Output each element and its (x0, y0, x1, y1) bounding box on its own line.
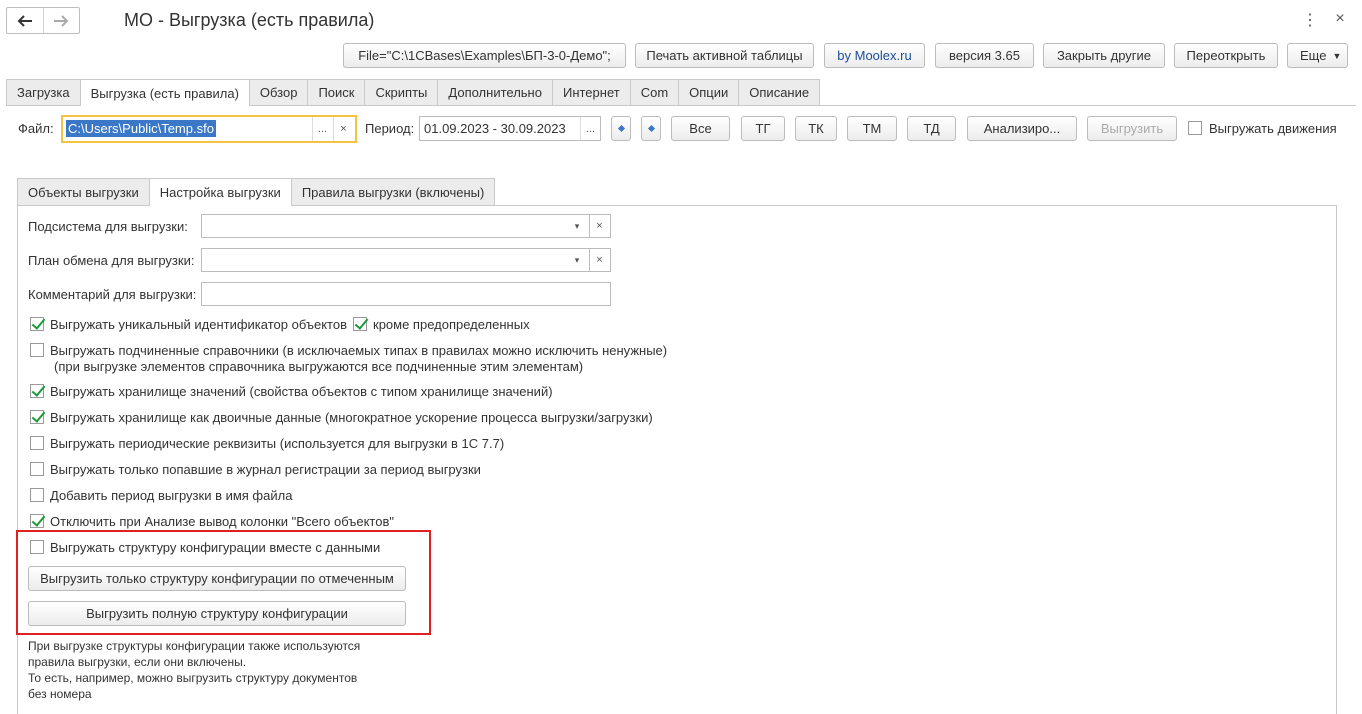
file-clear-button[interactable]: × (333, 117, 353, 141)
export-movements-checkbox[interactable] (1188, 121, 1202, 135)
exchange-plan-input[interactable] (201, 248, 611, 272)
export-subordinate-checkbox[interactable] (30, 343, 44, 357)
reopen-button[interactable]: Переоткрыть (1174, 43, 1278, 68)
export-value-storage-label: Выгружать хранилище значений (свойства о… (50, 384, 553, 399)
except-predefined-label: кроме предопределенных (373, 317, 530, 332)
tab-9[interactable]: Описание (738, 79, 821, 105)
forward-button[interactable] (42, 8, 80, 33)
export-binary-storage-label: Выгружать хранилище как двоичные данные … (50, 410, 653, 425)
tab-5[interactable]: Дополнительно (437, 79, 553, 105)
tab-6[interactable]: Интернет (551, 79, 631, 105)
note-line: правила выгрузки, если они включены. (28, 655, 247, 669)
export-journal-only-checkbox[interactable] (30, 462, 44, 476)
comment-label: Комментарий для выгрузки: (28, 287, 197, 302)
exchange-plan-clear-icon[interactable]: × (589, 249, 609, 271)
export-structure-with-data-label: Выгружать структуру конфигурации вместе … (50, 540, 381, 555)
tab-1[interactable]: Выгрузка (есть правила) (79, 79, 250, 106)
add-period-filename-checkbox[interactable] (30, 488, 44, 502)
subsystem-dropdown-icon[interactable]: ▾ (567, 215, 587, 237)
export-periodic-checkbox[interactable] (30, 436, 44, 450)
disable-total-column-label: Отключить при Анализе вывод колонки "Все… (50, 514, 394, 529)
period-next-button[interactable] (641, 116, 661, 141)
more-menu-icon[interactable]: ⋮ (1302, 10, 1318, 30)
print-active-table-button[interactable]: Печать активной таблицы (635, 43, 814, 68)
window-title: МО - Выгрузка (есть правила) (124, 10, 375, 30)
tab-4[interactable]: Скрипты (364, 79, 439, 105)
inner-tab-2[interactable]: Правила выгрузки (включены) (290, 178, 496, 205)
moolex-link-button[interactable]: by Moolex.ru (824, 43, 925, 68)
note-line: При выгрузке структуры конфигурации такж… (28, 639, 361, 653)
export-full-structure-button[interactable]: Выгрузить полную структуру конфигурации (28, 601, 406, 626)
analyze-button[interactable]: Анализиро... (967, 116, 1077, 141)
period-prev-button[interactable] (611, 116, 631, 141)
main-tabs: Загрузка Выгрузка (есть правила) Обзор Поис… (6, 79, 821, 106)
period-value: 01.09.2023 - 30.09.2023 (424, 121, 566, 136)
arrow-left-icon (17, 14, 32, 27)
inner-tabs: Объекты выгрузки Настройка выгрузки Правил… (17, 178, 496, 206)
all-button[interactable]: Все (671, 116, 730, 141)
file-select-button[interactable]: ... (312, 117, 332, 141)
tab-7[interactable]: Com (629, 79, 680, 105)
exchange-plan-label: План обмена для выгрузки: (28, 253, 195, 268)
file-path-button[interactable]: File="C:\1CBases\Examples\БП-3-0-Демо"; (343, 43, 626, 68)
subsystem-label: Подсистема для выгрузки: (28, 219, 188, 234)
export-subordinate-label: Выгружать подчиненные справочники (в иск… (50, 343, 668, 358)
more-button[interactable]: Еще ▼ (1287, 43, 1348, 68)
subsystem-input[interactable] (201, 214, 611, 238)
td-button[interactable]: ТД (907, 116, 956, 141)
arrow-right-icon (54, 14, 69, 27)
note-line: То есть, например, можно выгрузить струк… (28, 671, 358, 685)
tab-3[interactable]: Поиск (307, 79, 366, 105)
diamond-icon (617, 124, 625, 133)
navigation-buttons (6, 7, 80, 34)
export-value-storage-checkbox[interactable] (30, 384, 44, 398)
structure-note: При выгрузке структуры конфигурации такж… (28, 638, 360, 702)
export-marked-structure-button[interactable]: Выгрузить только структуру конфигурации … (28, 566, 406, 591)
subsystem-clear-icon[interactable]: × (589, 215, 609, 237)
exchange-plan-dropdown-icon[interactable]: ▾ (567, 249, 587, 271)
export-uid-checkbox[interactable] (30, 317, 44, 331)
except-predefined-checkbox[interactable] (353, 317, 367, 331)
export-structure-with-data-checkbox[interactable] (30, 540, 44, 554)
diamond-icon (647, 124, 655, 133)
file-value: C:\Users\Public\Temp.sfo (66, 120, 216, 137)
tg-button[interactable]: ТГ (741, 116, 785, 141)
close-icon[interactable]: × (1332, 10, 1348, 28)
note-line: без номера (28, 687, 92, 701)
inner-tab-0[interactable]: Объекты выгрузки (17, 178, 150, 205)
more-button-label: Еще (1300, 48, 1327, 63)
export-movements-label: Выгружать движения (1209, 121, 1337, 136)
version-button[interactable]: версия 3.65 (935, 43, 1034, 68)
tk-button[interactable]: ТК (795, 116, 837, 141)
inner-tab-1[interactable]: Настройка выгрузки (148, 178, 292, 206)
tab-2[interactable]: Обзор (248, 79, 309, 105)
disable-total-column-checkbox[interactable] (30, 514, 44, 528)
triangle-down-icon: ▼ (1332, 50, 1342, 61)
file-label: Файл: (18, 121, 54, 136)
close-others-button[interactable]: Закрыть другие (1043, 43, 1165, 68)
export-uid-label: Выгружать уникальный идентификатор объек… (50, 317, 347, 332)
tm-button[interactable]: ТМ (847, 116, 897, 141)
comment-input[interactable] (201, 282, 611, 306)
export-button[interactable]: Выгрузить (1087, 116, 1177, 141)
period-select-button[interactable]: ... (580, 117, 600, 140)
tab-8[interactable]: Опции (678, 79, 740, 105)
period-label: Период: (365, 121, 415, 136)
export-subordinate-note: (при выгрузке элементов справочника выгр… (54, 359, 584, 374)
export-binary-storage-checkbox[interactable] (30, 410, 44, 424)
export-journal-only-label: Выгружать только попавшие в журнал регис… (50, 462, 481, 477)
back-button[interactable] (7, 8, 43, 33)
add-period-filename-label: Добавить период выгрузки в имя файла (50, 488, 293, 503)
export-periodic-label: Выгружать периодические реквизиты (испол… (50, 436, 505, 451)
tab-0[interactable]: Загрузка (6, 79, 81, 105)
